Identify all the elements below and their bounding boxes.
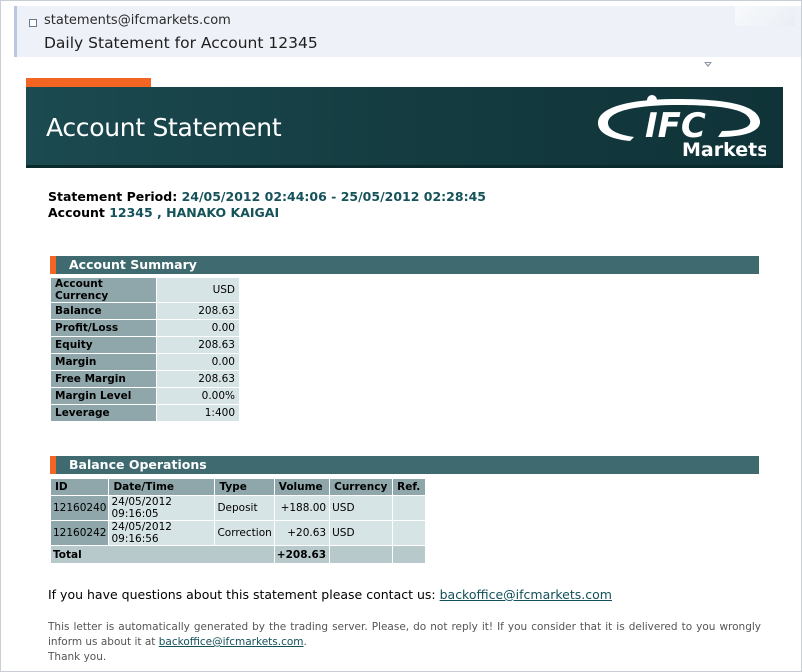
- summary-value: 208.63: [157, 371, 239, 387]
- summary-label: Margin: [51, 354, 156, 370]
- operation-ref: [393, 496, 426, 520]
- summary-label: Equity: [51, 337, 156, 353]
- table-row: Profit/Loss 0.00: [51, 320, 239, 336]
- table-header-row: ID Date/Time Type Volume Currency Ref.: [51, 479, 426, 495]
- email-subject: Daily Statement for Account 12345: [44, 34, 318, 52]
- total-row: Total +208.63: [51, 546, 426, 563]
- table-row: Margin 0.00: [51, 354, 239, 370]
- contact-line: If you have questions about this stateme…: [48, 587, 612, 602]
- operation-ref: [393, 521, 426, 545]
- operation-id: 12160240: [51, 496, 109, 520]
- statement-banner: Account Statement IFC Markets: [26, 87, 783, 168]
- note-end: .: [303, 636, 307, 648]
- auto-generated-note: This letter is automatically generated b…: [48, 620, 761, 665]
- balance-operations-table: ID Date/Time Type Volume Currency Ref. 1…: [50, 478, 426, 564]
- table-row: Margin Level 0.00%: [51, 388, 239, 404]
- summary-label: Leverage: [51, 405, 156, 421]
- total-empty-cell: [330, 546, 393, 563]
- banner-title: Account Statement: [46, 113, 282, 142]
- summary-value: 208.63: [157, 337, 239, 353]
- summary-value: 0.00: [157, 320, 239, 336]
- period-label: Statement Period:: [48, 189, 178, 204]
- summary-label: Account Currency: [51, 278, 156, 302]
- thank-you-text: Thank you.: [48, 651, 107, 663]
- header-corner-decoration: [735, 6, 795, 26]
- operation-volume: +188.00: [274, 496, 330, 520]
- period-value: 24/05/2012 02:44:06 - 25/05/2012 02:28:4…: [181, 189, 486, 204]
- section-accent: [50, 256, 56, 274]
- total-value: +208.63: [274, 546, 330, 563]
- statement-period-block: Statement Period: 24/05/2012 02:44:06 - …: [48, 189, 486, 221]
- expand-down-arrow-icon[interactable]: [704, 62, 712, 67]
- balance-operations-title: Balance Operations: [69, 457, 207, 472]
- total-label: Total: [51, 546, 274, 563]
- operation-datetime: 24/05/2012 09:16:56: [109, 521, 215, 545]
- summary-value: USD: [157, 278, 239, 302]
- operation-type: Correction: [215, 521, 274, 545]
- contact-email-link[interactable]: backoffice@ifcmarkets.com: [440, 587, 612, 602]
- banner-accent-stripe: [26, 78, 151, 87]
- column-header: Ref.: [393, 479, 426, 495]
- summary-value: 1:400: [157, 405, 239, 421]
- column-header: Date/Time: [109, 479, 215, 495]
- account-label: Account: [48, 205, 105, 220]
- table-row: Balance 208.63: [51, 303, 239, 319]
- summary-label: Free Margin: [51, 371, 156, 387]
- contact-text: If you have questions about this stateme…: [48, 587, 440, 602]
- operation-type: Deposit: [215, 496, 274, 520]
- column-header: Type: [215, 479, 274, 495]
- table-row: Free Margin 208.63: [51, 371, 239, 387]
- section-accent: [50, 456, 56, 474]
- column-header: Volume: [274, 479, 330, 495]
- table-row: 12160242 24/05/2012 09:16:56 Correction …: [51, 521, 426, 545]
- email-header: statements@ifcmarkets.com Daily Statemen…: [14, 6, 801, 57]
- summary-label: Margin Level: [51, 388, 156, 404]
- operation-currency: USD: [330, 521, 393, 545]
- account-summary-table: Account Currency USD Balance 208.63 Profit…: [50, 277, 240, 422]
- operation-currency: USD: [330, 496, 393, 520]
- account-summary-header: Account Summary: [50, 256, 759, 274]
- column-header: ID: [51, 479, 109, 495]
- sender-address[interactable]: statements@ifcmarkets.com: [44, 13, 231, 28]
- table-row: Account Currency USD: [51, 278, 239, 302]
- summary-value: 0.00: [157, 354, 239, 370]
- table-row: Equity 208.63: [51, 337, 239, 353]
- table-row: Leverage 1:400: [51, 405, 239, 421]
- operation-volume: +20.63: [274, 521, 330, 545]
- summary-value: 208.63: [157, 303, 239, 319]
- ifc-markets-logo: IFC Markets: [598, 95, 766, 159]
- operation-id: 12160242: [51, 521, 109, 545]
- sender-checkbox-icon[interactable]: [29, 19, 37, 27]
- total-empty-cell: [393, 546, 426, 563]
- note-text: This letter is automatically generated b…: [48, 621, 761, 648]
- table-row: 12160240 24/05/2012 09:16:05 Deposit +18…: [51, 496, 426, 520]
- account-summary-title: Account Summary: [69, 257, 197, 272]
- operation-datetime: 24/05/2012 09:16:05: [109, 496, 215, 520]
- balance-operations-header: Balance Operations: [50, 456, 759, 474]
- account-value: 12345 , HANAKO KAIGAI: [109, 205, 280, 220]
- summary-label: Balance: [51, 303, 156, 319]
- summary-value: 0.00%: [157, 388, 239, 404]
- logo-subtext: Markets: [682, 139, 766, 159]
- column-header: Currency: [330, 479, 393, 495]
- summary-label: Profit/Loss: [51, 320, 156, 336]
- note-email-link[interactable]: backoffice@ifcmarkets.com: [159, 636, 304, 648]
